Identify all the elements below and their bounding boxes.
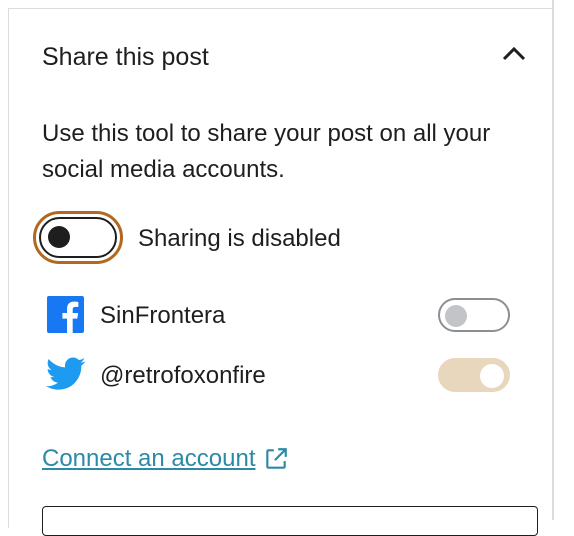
account-toggle-twitter[interactable] [438,358,510,392]
toggle-knob [445,305,467,327]
next-field[interactable] [42,506,538,536]
account-name-twitter: @retrofoxonfire [100,362,266,389]
account-toggle-facebook[interactable] [438,298,510,332]
chevron-up-icon [502,46,526,61]
toggle-knob [48,226,70,248]
collapse-button[interactable] [496,38,532,70]
twitter-icon [46,357,86,396]
external-link-icon [266,448,288,469]
connect-account-label: Connect an account [42,445,256,472]
scrollbar-track[interactable] [552,0,574,520]
account-name-facebook: SinFrontera [100,302,226,329]
sharing-toggle[interactable] [39,217,117,258]
connect-account-link[interactable]: Connect an account [42,443,289,475]
panel-title: Share this post [42,43,209,71]
sharing-status-label: Sharing is disabled [138,225,341,252]
facebook-icon [47,296,84,338]
toggle-knob [480,364,504,388]
panel-description: Use this tool to share your post on all … [42,120,491,183]
